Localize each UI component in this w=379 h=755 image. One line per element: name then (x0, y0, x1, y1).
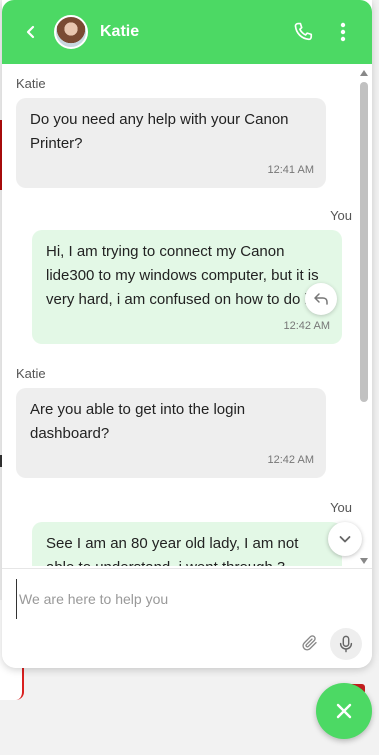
chat-header: Katie (2, 0, 372, 64)
message-group: Katie Do you need any help with your Can… (16, 76, 356, 188)
microphone-icon (339, 635, 353, 653)
close-icon (336, 703, 352, 719)
close-chat-button[interactable] (316, 683, 372, 739)
composer (2, 568, 372, 668)
voice-button[interactable] (330, 628, 362, 660)
message-bubble-incoming: Are you able to get into the login dashb… (16, 388, 326, 478)
message-input[interactable] (16, 579, 336, 619)
message-time: 12:41 AM (267, 164, 314, 176)
message-group: You See I am an 80 year old lady, I am n… (16, 500, 356, 566)
message-bubble-outgoing: See I am an 80 year old lady, I am not a… (32, 522, 342, 566)
reply-button[interactable] (305, 283, 337, 315)
scrollbar-thumb[interactable] (360, 82, 368, 402)
phone-icon (294, 22, 313, 41)
message-group: Katie Are you able to get into the login… (16, 366, 356, 478)
avatar (54, 15, 88, 49)
message-text: Are you able to get into the login dashb… (30, 401, 246, 442)
scroll-down-arrow-icon[interactable] (360, 558, 368, 564)
reply-icon (314, 293, 328, 305)
message-sender: Katie (16, 366, 46, 381)
call-button[interactable] (288, 17, 318, 47)
chevron-down-icon (339, 536, 351, 543)
message-text: Do you need any help with your Canon Pri… (30, 111, 289, 152)
message-time: 12:42 AM (267, 454, 314, 466)
agent-name: Katie (100, 23, 140, 40)
message-text: See I am an 80 year old lady, I am not a… (46, 535, 299, 566)
message-time: 12:42 AM (283, 320, 330, 332)
chat-widget: Katie Katie Do you need any help with yo… (2, 0, 372, 668)
message-group: You Hi, I am trying to connect my Canon … (16, 208, 356, 344)
attach-button[interactable] (299, 632, 321, 654)
message-text: Hi, I am trying to connect my Canon lide… (46, 243, 319, 308)
back-button[interactable] (16, 17, 46, 47)
message-sender: Katie (16, 76, 46, 91)
scroll-to-bottom-button[interactable] (328, 522, 362, 556)
scroll-up-arrow-icon[interactable] (360, 70, 368, 76)
message-sender: You (330, 208, 352, 223)
message-bubble-incoming: Do you need any help with your Canon Pri… (16, 98, 326, 188)
message-list[interactable]: Katie Do you need any help with your Can… (2, 64, 372, 566)
scrollbar[interactable] (360, 70, 368, 564)
back-arrow-icon (26, 25, 35, 39)
message-sender: You (330, 500, 352, 515)
paperclip-icon (302, 635, 317, 651)
more-vertical-icon (340, 22, 346, 42)
message-bubble-outgoing: Hi, I am trying to connect my Canon lide… (32, 230, 342, 344)
more-options-button[interactable] (328, 17, 358, 47)
